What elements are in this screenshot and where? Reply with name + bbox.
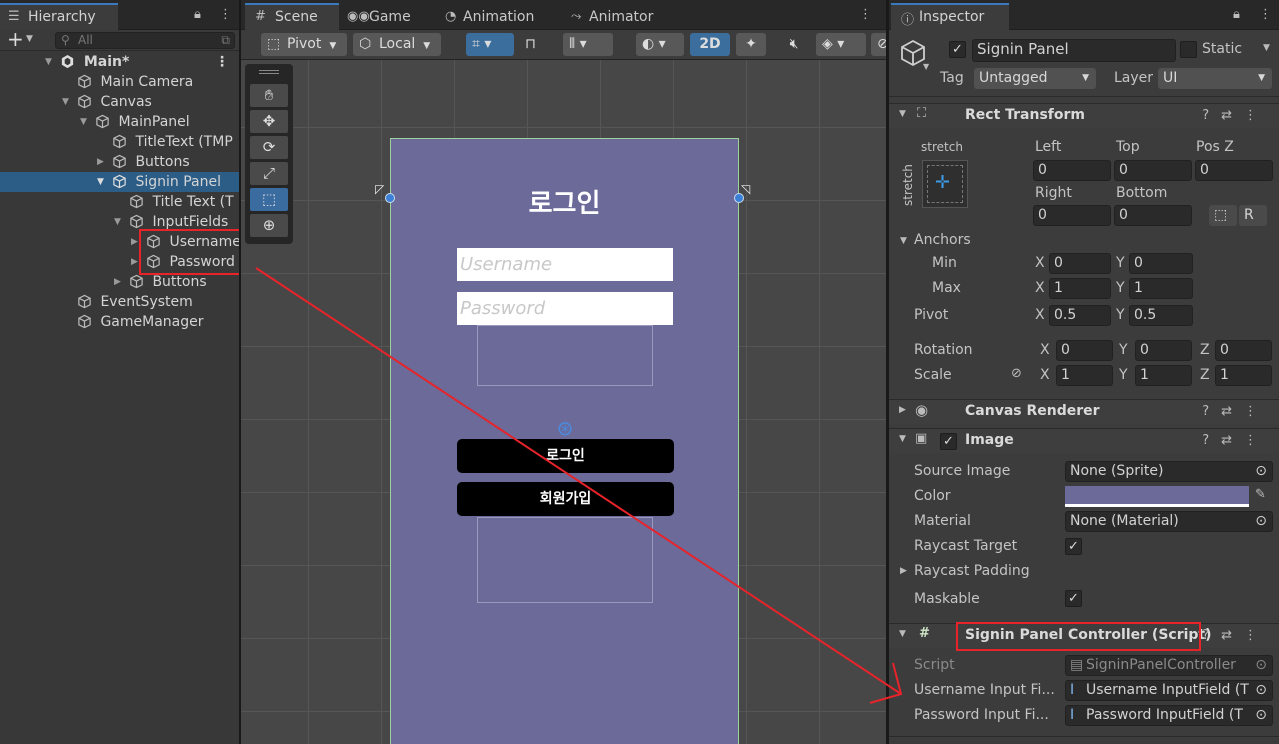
annotation-arrow xyxy=(255,267,903,704)
unity-editor: ☰ Hierarchy 🔒︎ ⋮ + ▼ ⚲ All ⧉ ▼ Main* ⋮ M… xyxy=(0,0,1279,744)
